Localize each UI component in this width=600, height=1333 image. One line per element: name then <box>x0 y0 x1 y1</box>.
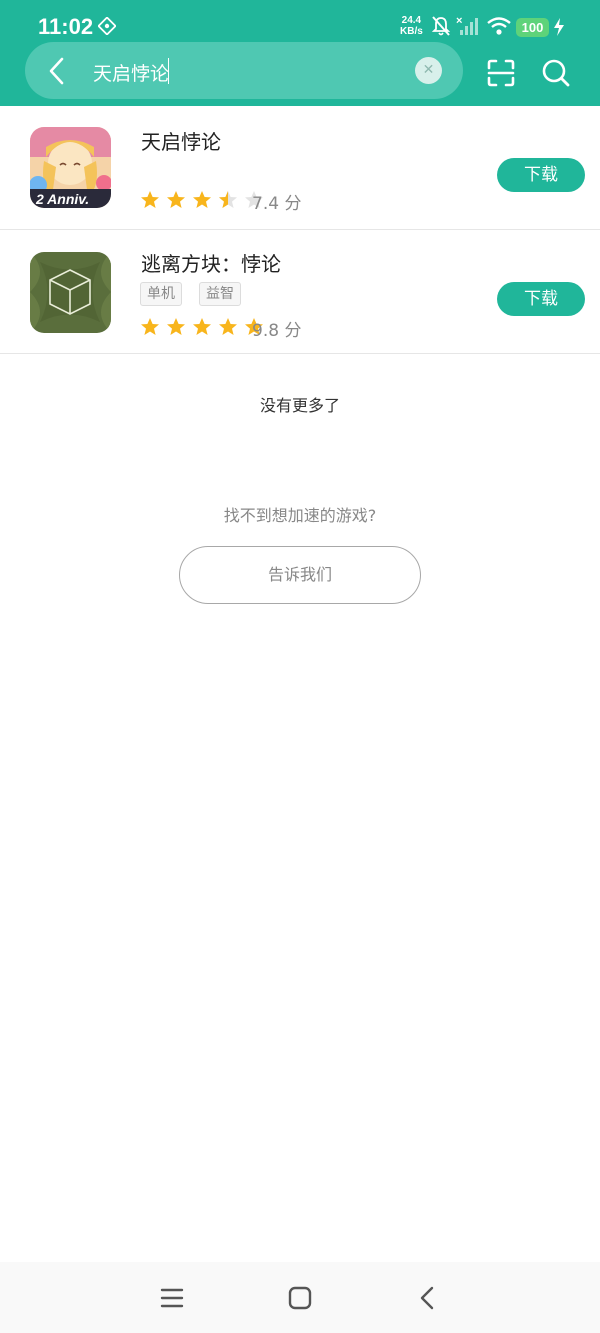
game-score: 7.4 分 <box>252 194 302 214</box>
game-score: 9.8 分 <box>252 321 302 341</box>
download-button[interactable]: 下载 <box>497 282 585 316</box>
game-tag: 单机 <box>140 282 182 306</box>
star-full-icon <box>167 191 186 208</box>
system-nav-bar <box>0 1262 600 1333</box>
star-full-icon <box>141 318 159 335</box>
vpn-icon <box>98 17 116 35</box>
no-more-text: 没有更多了 <box>259 396 340 415</box>
game-title[interactable]: 天启悖论 <box>141 126 221 155</box>
wifi-icon <box>487 17 511 35</box>
not-found-text: 找不到想加速的游戏? <box>223 506 377 525</box>
status-time: 11:02 <box>38 14 94 39</box>
back-arrow-icon[interactable] <box>40 53 74 89</box>
search-input[interactable]: 天启悖论 <box>93 59 169 86</box>
game-icon-cube-escape[interactable] <box>30 252 111 333</box>
scan-icon[interactable] <box>485 57 517 89</box>
battery-indicator: 100 <box>516 18 549 37</box>
game-icon-tianqi-beilun[interactable]: 2 Anniv. <box>30 127 111 208</box>
top-bar: 11:02 24.4 KB/s × 100 天启悖论 ✕ <box>0 0 600 106</box>
clear-search-button[interactable]: ✕ <box>415 57 442 84</box>
network-speed: 24.4 KB/s <box>400 15 423 37</box>
clear-icon: ✕ <box>422 62 435 78</box>
back-icon[interactable] <box>414 1284 442 1312</box>
network-speed-unit: KB/s <box>400 26 423 37</box>
tell-us-button[interactable]: 告诉我们 <box>179 546 421 604</box>
game-title[interactable]: 逃离方块：悖论 <box>141 248 281 277</box>
svg-text:×: × <box>456 15 462 27</box>
svg-text:2 Anniv.: 2 Anniv. <box>35 191 89 207</box>
game-tag: 益智 <box>199 282 241 306</box>
star-rating <box>140 190 265 210</box>
star-full-icon <box>193 191 212 208</box>
star-rating <box>140 317 265 337</box>
search-icon[interactable] <box>540 57 572 89</box>
charging-icon <box>554 18 564 36</box>
search-bar[interactable] <box>25 42 463 99</box>
star-full-icon <box>193 318 212 335</box>
text-cursor <box>168 58 169 84</box>
home-icon[interactable] <box>286 1284 314 1312</box>
star-full-icon <box>219 318 238 335</box>
download-button[interactable]: 下载 <box>497 158 585 192</box>
star-half-icon <box>219 191 238 208</box>
star-full-icon <box>141 191 159 208</box>
network-speed-value: 24.4 <box>401 15 422 26</box>
star-full-icon <box>167 318 186 335</box>
signal-icon: × <box>456 15 478 35</box>
menu-icon[interactable] <box>158 1284 186 1312</box>
mute-icon <box>431 16 451 36</box>
